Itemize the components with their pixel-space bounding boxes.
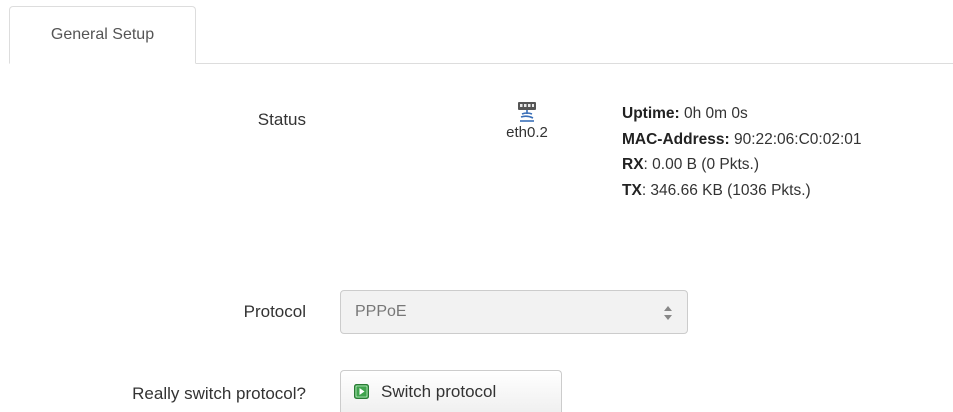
protocol-label: Protocol bbox=[243, 302, 306, 321]
status-label: Status bbox=[257, 110, 306, 129]
status-info: Uptime: 0h 0m 0s MAC-Address: 90:22:06:C… bbox=[622, 101, 862, 203]
mac-address-line: MAC-Address: 90:22:06:C0:02:01 bbox=[622, 130, 862, 148]
uptime-line: Uptime: 0h 0m 0s bbox=[622, 105, 748, 122]
tab-bar: General Setup bbox=[0, 0, 953, 64]
rx-line: RX: 0.00 B (0 Pkts.) bbox=[622, 156, 759, 173]
tab-label: General Setup bbox=[50, 26, 155, 43]
device-name: eth0.2 bbox=[506, 124, 548, 141]
protocol-select-value: PPPoE bbox=[355, 303, 407, 320]
interface-config-page: General Setup Status eth0.2 Uptime: 0h 0… bbox=[0, 0, 953, 412]
device-indicator: eth0.2 bbox=[492, 101, 562, 141]
switch-protocol-button-label: Switch protocol bbox=[381, 381, 497, 401]
protocol-select[interactable]: PPPoE bbox=[340, 290, 688, 334]
ethernet-port-icon bbox=[518, 102, 536, 122]
tab-general-setup[interactable]: General Setup bbox=[9, 6, 196, 64]
switch-protocol-label: Really switch protocol? bbox=[132, 384, 306, 403]
go-arrow-icon bbox=[354, 384, 369, 399]
switch-protocol-button[interactable]: Switch protocol bbox=[340, 370, 562, 412]
tx-line: TX: 346.66 KB (1036 Pkts.) bbox=[622, 181, 811, 199]
select-arrows-icon bbox=[664, 306, 672, 320]
